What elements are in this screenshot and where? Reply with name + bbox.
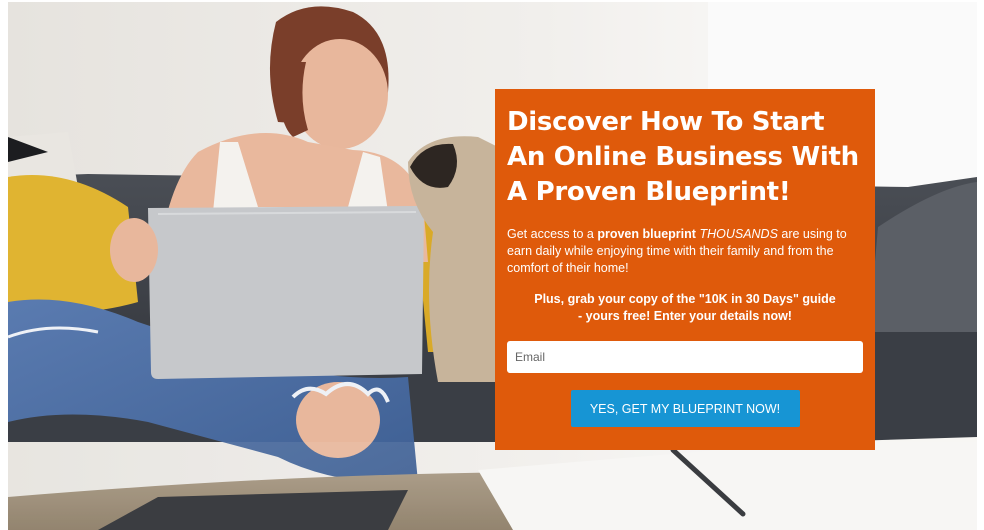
offer-line-2: - yours free! Enter your details now! [578,309,792,323]
offer-line-1: Plus, grab your copy of the "10K in 30 D… [534,292,836,306]
get-blueprint-button[interactable]: YES, GET MY BLUEPRINT NOW! [570,390,800,427]
optin-form-panel: Discover How To Start An Online Business… [495,89,875,450]
lead-paragraph: Get access to a proven blueprint THOUSAN… [507,226,863,277]
face [292,39,388,149]
lead-text: Get access to a [507,227,598,241]
lead-italic-text: THOUSANDS [699,227,778,241]
lead-bold-text: proven blueprint [597,227,696,241]
left-hand [110,218,158,282]
email-input[interactable] [507,341,863,373]
landing-page: Discover How To Start An Online Business… [0,0,984,530]
blur-overlay [8,442,977,530]
laptop [148,206,424,379]
free-guide-offer: Plus, grab your copy of the "10K in 30 D… [507,291,863,325]
headline: Discover How To Start An Online Business… [507,107,859,207]
